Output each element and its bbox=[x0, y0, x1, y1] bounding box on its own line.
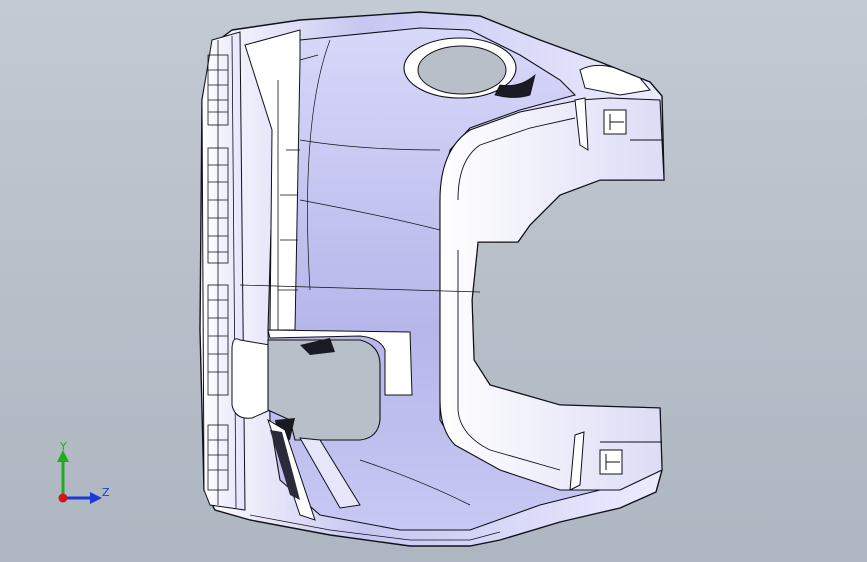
right-boss[interactable] bbox=[439, 97, 665, 491]
triad-graphic bbox=[57, 450, 102, 504]
y-axis-label: Y bbox=[60, 440, 67, 453]
top-hole[interactable] bbox=[417, 45, 507, 95]
graphics-viewport[interactable]: Y Z bbox=[0, 0, 867, 562]
side-window-frame[interactable] bbox=[231, 338, 271, 419]
z-axis-label: Z bbox=[102, 486, 110, 499]
z-axis-arrow bbox=[90, 492, 102, 504]
left-flange[interactable] bbox=[201, 31, 246, 511]
x-axis-dot bbox=[58, 493, 68, 503]
axis-triad: Y Z bbox=[50, 440, 110, 510]
3d-part-model[interactable] bbox=[0, 0, 867, 562]
